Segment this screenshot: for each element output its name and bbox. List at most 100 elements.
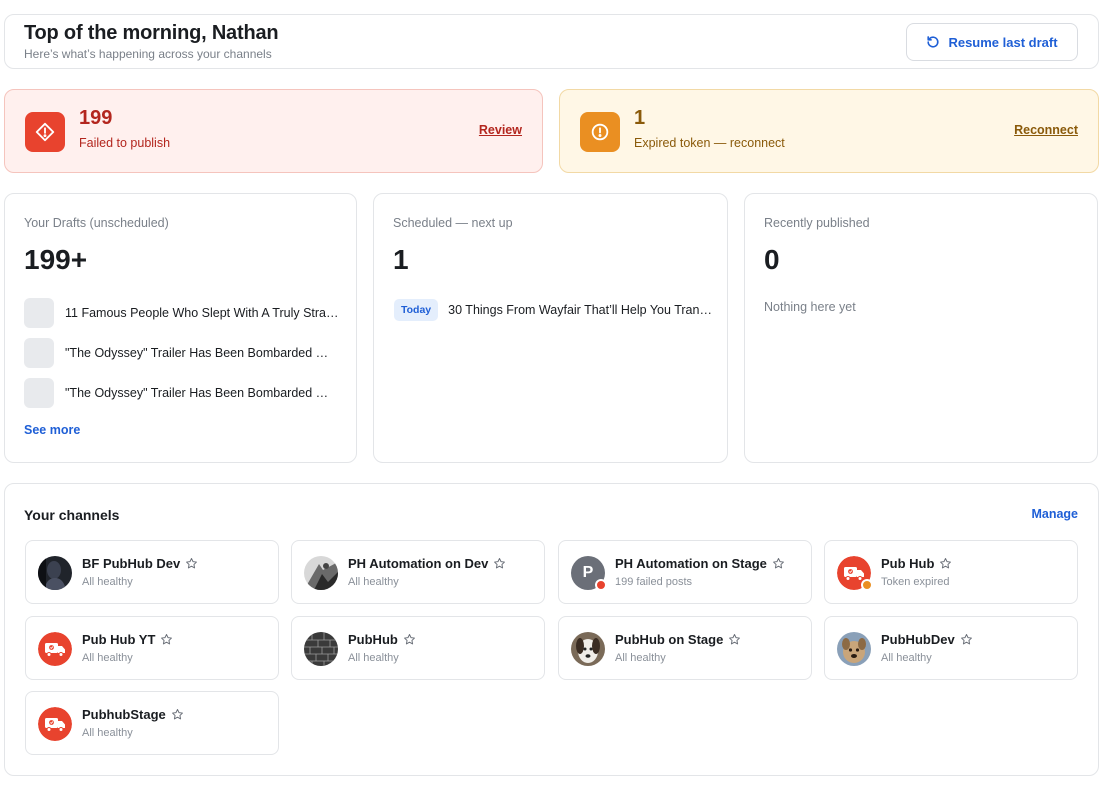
failed-count: 199 bbox=[79, 107, 113, 129]
draft-title: 11 Famous People Who Slept With A Truly … bbox=[65, 306, 339, 320]
channel-name: PubHub bbox=[348, 632, 416, 647]
photo-icon bbox=[38, 556, 72, 590]
refresh-icon bbox=[927, 36, 940, 48]
star-icon[interactable] bbox=[728, 633, 741, 646]
channel-tile[interactable]: PubHubDev All healthy bbox=[824, 616, 1078, 680]
channel-avatar bbox=[38, 556, 72, 590]
draft-item[interactable]: "The Odyssey" Trailer Has Been Bombarded… bbox=[24, 378, 339, 408]
published-label: Recently published bbox=[764, 216, 870, 230]
channel-avatar bbox=[304, 632, 338, 666]
channel-name: Pub Hub YT bbox=[82, 632, 173, 647]
reconnect-link[interactable]: Reconnect bbox=[1014, 123, 1078, 137]
channel-name-label: PubHub on Stage bbox=[615, 632, 724, 647]
channel-name: Pub Hub bbox=[881, 556, 952, 571]
star-icon[interactable] bbox=[160, 633, 173, 646]
channel-name-label: Pub Hub YT bbox=[82, 632, 156, 647]
alert-diamond-icon bbox=[25, 112, 65, 152]
channel-tile[interactable]: PubHub on Stage All healthy bbox=[558, 616, 812, 680]
scheduled-card: Scheduled — next up 1 Today 30 Things Fr… bbox=[373, 193, 728, 463]
resume-last-draft-button[interactable]: Resume last draft bbox=[906, 23, 1078, 61]
star-icon[interactable] bbox=[960, 633, 973, 646]
alert-circle-icon bbox=[580, 112, 620, 152]
star-icon[interactable] bbox=[185, 557, 198, 570]
star-icon[interactable] bbox=[171, 708, 184, 721]
drafts-card: Your Drafts (unscheduled) 199+ 11 Famous… bbox=[4, 193, 357, 463]
page-subtitle: Here’s what’s happening across your chan… bbox=[24, 47, 272, 61]
channel-name: PubHubDev bbox=[881, 632, 973, 647]
failed-to-publish-alert: 199 Failed to publish Review bbox=[4, 89, 543, 173]
photo-icon bbox=[304, 632, 338, 666]
published-card: Recently published 0 Nothing here yet bbox=[744, 193, 1098, 463]
channel-status: 199 failed posts bbox=[615, 576, 693, 588]
draft-thumbnail bbox=[24, 338, 54, 368]
status-dot bbox=[595, 579, 607, 591]
channel-tile[interactable]: PH Automation on Dev All healthy bbox=[291, 540, 545, 604]
channel-status: All healthy bbox=[348, 652, 399, 664]
channel-name: PH Automation on Dev bbox=[348, 556, 506, 571]
channel-avatar bbox=[38, 632, 72, 666]
channel-tile[interactable]: PubhubStage All healthy bbox=[25, 691, 279, 755]
channel-status: All healthy bbox=[881, 652, 932, 664]
truck-icon bbox=[38, 632, 72, 666]
channel-status: All healthy bbox=[348, 576, 399, 588]
channel-tile[interactable]: BF PubHub Dev All healthy bbox=[25, 540, 279, 604]
draft-title: "The Odyssey" Trailer Has Been Bombarded… bbox=[65, 386, 339, 400]
resume-last-draft-label: Resume last draft bbox=[948, 34, 1058, 50]
channel-name-label: PH Automation on Stage bbox=[615, 556, 767, 571]
star-icon[interactable] bbox=[939, 557, 952, 570]
published-count: 0 bbox=[764, 244, 780, 275]
manage-channels-link[interactable]: Manage bbox=[1031, 507, 1078, 521]
empty-state-text: Nothing here yet bbox=[764, 300, 856, 314]
expired-label: Expired token — reconnect bbox=[634, 136, 785, 150]
status-dot bbox=[861, 579, 873, 591]
draft-thumbnail bbox=[24, 378, 54, 408]
failed-label: Failed to publish bbox=[79, 136, 171, 150]
channel-avatar bbox=[837, 632, 871, 666]
channel-name: PubHub on Stage bbox=[615, 632, 741, 647]
channel-name-label: PubhubStage bbox=[82, 707, 166, 722]
channel-name: PH Automation on Stage bbox=[615, 556, 785, 571]
channel-status: All healthy bbox=[82, 727, 133, 739]
channel-tile[interactable]: Pub Hub Token expired bbox=[824, 540, 1078, 604]
page-title: Top of the morning, Nathan bbox=[24, 22, 279, 44]
channel-name: PubhubStage bbox=[82, 707, 184, 722]
truck-icon bbox=[38, 707, 72, 741]
channel-avatar bbox=[571, 632, 605, 666]
channel-avatar bbox=[38, 707, 72, 741]
channel-status: Token expired bbox=[881, 576, 950, 588]
draft-item[interactable]: "The Odyssey" Trailer Has Been Bombarded… bbox=[24, 338, 339, 368]
draft-item[interactable]: 11 Famous People Who Slept With A Truly … bbox=[24, 298, 339, 328]
channel-name-label: BF PubHub Dev bbox=[82, 556, 181, 571]
drafts-count: 199+ bbox=[24, 244, 88, 275]
see-more-link[interactable]: See more bbox=[24, 423, 80, 437]
channel-avatar bbox=[304, 556, 338, 590]
photo-icon bbox=[571, 632, 605, 666]
draft-thumbnail bbox=[24, 298, 54, 328]
today-badge: Today bbox=[394, 299, 439, 321]
channel-name-label: PubHubDev bbox=[881, 632, 955, 647]
star-icon[interactable] bbox=[403, 633, 416, 646]
channel-status: All healthy bbox=[615, 652, 666, 664]
expired-count: 1 bbox=[634, 107, 646, 129]
photo-icon bbox=[304, 556, 338, 590]
channel-name-label: PH Automation on Dev bbox=[348, 556, 489, 571]
channel-name-label: PubHub bbox=[348, 632, 398, 647]
channel-tile[interactable]: P PH Automation on Stage 199 failed posts bbox=[558, 540, 812, 604]
review-link[interactable]: Review bbox=[479, 123, 522, 137]
channels-panel: Your channels Manage BF PubHub Dev All he… bbox=[4, 483, 1099, 776]
channel-name: BF PubHub Dev bbox=[82, 556, 198, 571]
drafts-label: Your Drafts (unscheduled) bbox=[24, 216, 169, 230]
scheduled-count: 1 bbox=[393, 244, 409, 275]
photo-icon bbox=[837, 632, 871, 666]
channel-tile[interactable]: Pub Hub YT All healthy bbox=[25, 616, 279, 680]
draft-title: "The Odyssey" Trailer Has Been Bombarded… bbox=[65, 346, 339, 360]
scheduled-title: 30 Things From Wayfair That’ll Help You … bbox=[448, 303, 712, 317]
star-icon[interactable] bbox=[493, 557, 506, 570]
channels-title: Your channels bbox=[24, 507, 120, 523]
channel-name-label: Pub Hub bbox=[881, 556, 935, 571]
star-icon[interactable] bbox=[772, 557, 785, 570]
greeting-header: Top of the morning, Nathan Here’s what’s… bbox=[4, 14, 1099, 69]
channel-status: All healthy bbox=[82, 576, 133, 588]
channel-tile[interactable]: PubHub All healthy bbox=[291, 616, 545, 680]
scheduled-item[interactable]: Today 30 Things From Wayfair That’ll Hel… bbox=[394, 298, 712, 322]
